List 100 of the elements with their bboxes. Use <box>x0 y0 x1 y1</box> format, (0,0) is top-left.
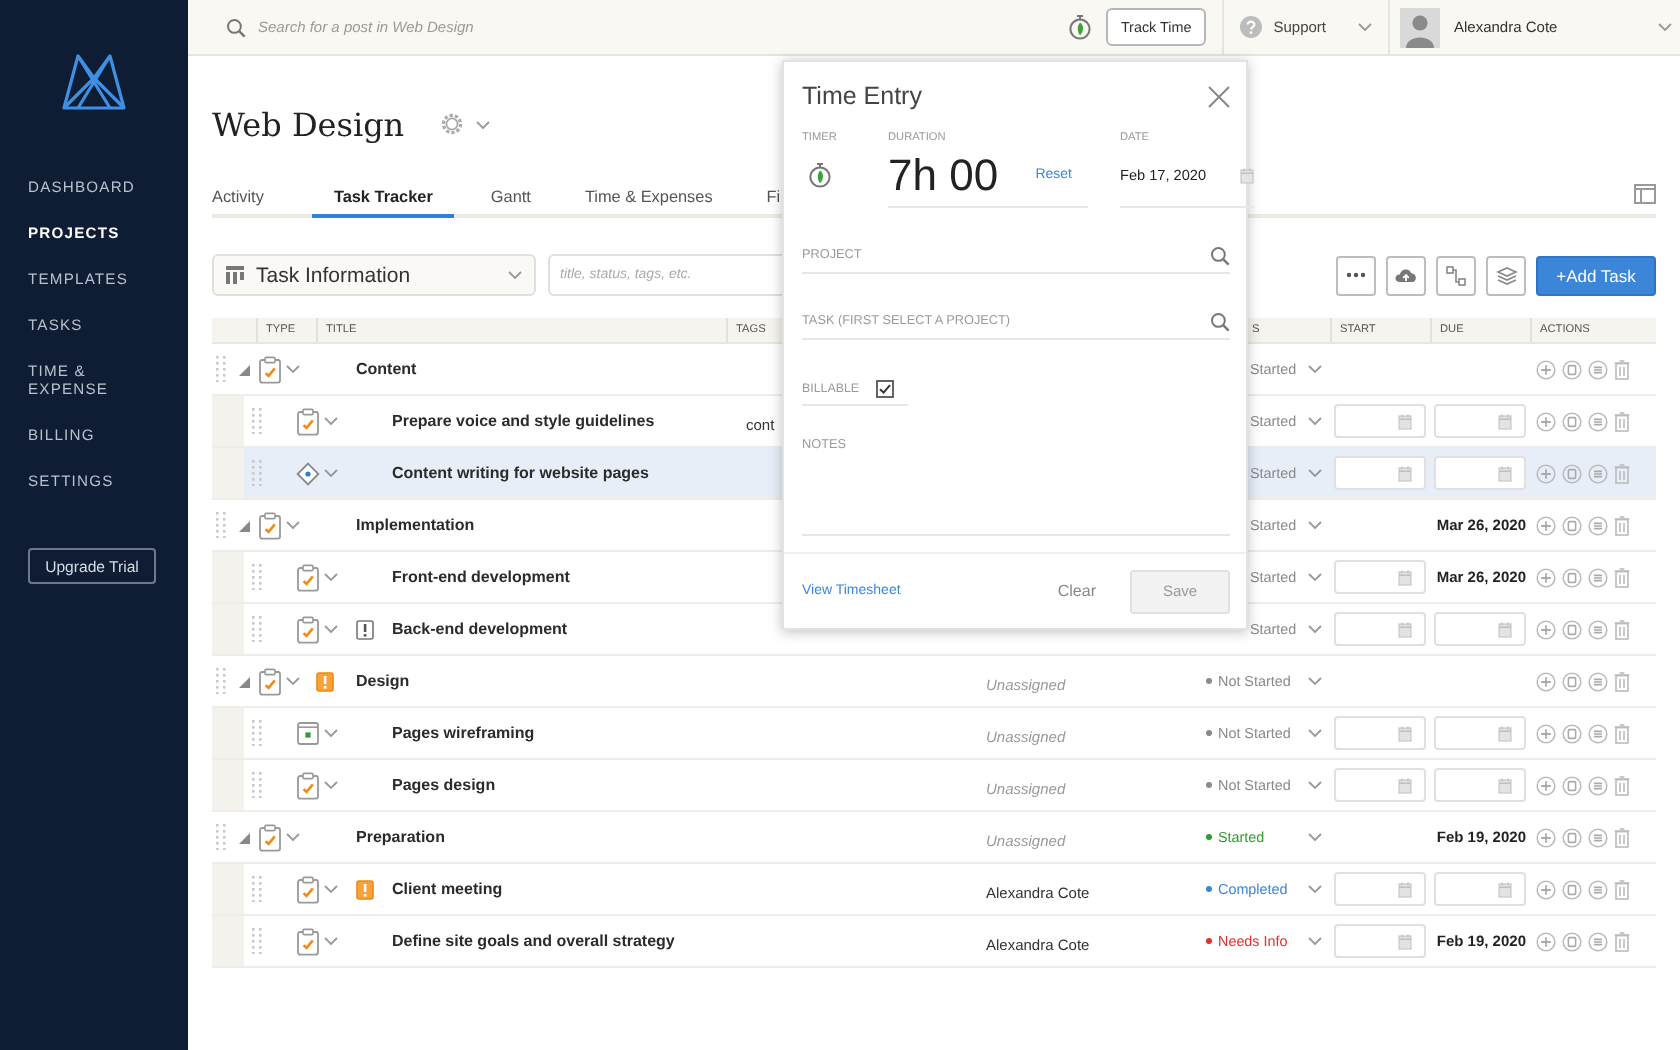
trash-icon[interactable] <box>1614 515 1630 535</box>
drag-handle-icon[interactable] <box>252 564 262 590</box>
date-input-field[interactable] <box>1434 456 1526 490</box>
trash-icon[interactable] <box>1614 619 1630 639</box>
clipboard-icon[interactable] <box>296 615 320 643</box>
help-icon[interactable] <box>1239 16 1262 38</box>
add-task-button[interactable]: +Add Task <box>1536 255 1656 295</box>
date-input-field[interactable] <box>1434 404 1526 438</box>
layers-icon[interactable] <box>1588 463 1608 483</box>
layers-icon[interactable] <box>1588 879 1608 899</box>
copy-icon[interactable] <box>1562 931 1582 951</box>
add-icon[interactable] <box>1536 515 1556 535</box>
copy-icon[interactable] <box>1562 879 1582 899</box>
add-icon[interactable] <box>1536 671 1556 691</box>
clipboard-icon[interactable] <box>296 563 320 591</box>
layers-icon[interactable] <box>1588 671 1608 691</box>
close-button[interactable] <box>1208 85 1230 107</box>
copy-icon[interactable] <box>1562 723 1582 743</box>
layers-icon[interactable] <box>1588 359 1608 379</box>
copy-icon[interactable] <box>1562 619 1582 639</box>
layers-icon[interactable] <box>1588 567 1608 587</box>
more-button[interactable] <box>1336 255 1376 295</box>
date-input-field[interactable] <box>1334 404 1426 438</box>
clipboard-icon[interactable] <box>296 407 320 435</box>
drag-handle-icon[interactable] <box>252 876 262 902</box>
checkbox[interactable] <box>875 379 894 397</box>
add-icon[interactable] <box>1536 827 1556 847</box>
clipboard-icon[interactable] <box>296 771 320 799</box>
tab[interactable]: Gantt <box>490 188 531 218</box>
layers-icon[interactable] <box>1588 931 1608 951</box>
date-input-field[interactable] <box>1334 872 1426 906</box>
panel-icon[interactable] <box>1634 184 1656 204</box>
logo-icon[interactable] <box>60 52 128 112</box>
date-input-field[interactable] <box>1334 716 1426 750</box>
add-icon[interactable] <box>1536 931 1556 951</box>
add-icon[interactable] <box>1536 879 1556 899</box>
view-select[interactable]: Task Information <box>212 254 536 296</box>
trash-icon[interactable] <box>1614 931 1630 951</box>
tab[interactable]: Activity <box>212 188 264 218</box>
expand-triangle-icon[interactable] <box>238 675 250 687</box>
date-input-field[interactable] <box>1434 872 1526 906</box>
drag-handle-icon[interactable] <box>252 460 262 486</box>
trash-icon[interactable] <box>1614 827 1630 847</box>
layers-icon[interactable] <box>1588 515 1608 535</box>
drag-handle-icon[interactable] <box>216 668 226 694</box>
date-input-field[interactable] <box>1334 560 1426 594</box>
layers-icon[interactable] <box>1588 411 1608 431</box>
tab[interactable]: Task Tracker <box>311 188 455 218</box>
duration-field[interactable]: 7h 00 <box>888 149 1012 201</box>
add-icon[interactable] <box>1536 619 1556 639</box>
trash-icon[interactable] <box>1614 463 1630 483</box>
clipboard-icon[interactable] <box>258 511 282 539</box>
clipboard-icon[interactable] <box>258 667 282 695</box>
expand-triangle-icon[interactable] <box>238 519 250 531</box>
add-icon[interactable] <box>1536 567 1556 587</box>
date-input-field[interactable] <box>1434 716 1526 750</box>
square-icon[interactable] <box>296 720 320 746</box>
drag-handle-icon[interactable] <box>216 356 226 382</box>
date-input-field[interactable] <box>1334 924 1426 958</box>
drag-handle-icon[interactable] <box>252 720 262 746</box>
date-input-field[interactable] <box>1434 612 1526 646</box>
drag-handle-icon[interactable] <box>252 616 262 642</box>
copy-icon[interactable] <box>1562 827 1582 847</box>
clear-button[interactable]: Clear <box>1057 582 1096 600</box>
copy-icon[interactable] <box>1562 775 1582 795</box>
copy-icon[interactable] <box>1562 411 1582 431</box>
copy-icon[interactable] <box>1562 463 1582 483</box>
clipboard-icon[interactable] <box>296 875 320 903</box>
date-input-field[interactable] <box>1434 768 1526 802</box>
drag-handle-icon[interactable] <box>252 408 262 434</box>
layers-icon[interactable] <box>1588 723 1608 743</box>
add-icon[interactable] <box>1536 463 1556 483</box>
tab[interactable]: Time & Expenses <box>584 188 713 218</box>
drag-handle-icon[interactable] <box>216 824 226 850</box>
expand-triangle-icon[interactable] <box>238 831 250 843</box>
tab[interactable]: Fi <box>766 188 781 218</box>
copy-icon[interactable] <box>1562 359 1582 379</box>
copy-icon[interactable] <box>1562 567 1582 587</box>
layers-icon[interactable] <box>1588 619 1608 639</box>
upload-button[interactable] <box>1386 255 1426 295</box>
trash-icon[interactable] <box>1614 359 1630 379</box>
clipboard-icon[interactable] <box>258 823 282 851</box>
drag-handle-icon[interactable] <box>216 512 226 538</box>
expand-triangle-icon[interactable] <box>238 363 250 375</box>
trash-icon[interactable] <box>1614 411 1630 431</box>
trash-icon[interactable] <box>1614 775 1630 795</box>
date-input-field[interactable] <box>1334 768 1426 802</box>
layers-icon[interactable] <box>1588 775 1608 795</box>
trash-icon[interactable] <box>1614 879 1630 899</box>
dependencies-button[interactable] <box>1436 255 1476 295</box>
copy-icon[interactable] <box>1562 515 1582 535</box>
trash-icon[interactable] <box>1614 567 1630 587</box>
clipboard-icon[interactable] <box>258 355 282 383</box>
clipboard-icon[interactable] <box>296 927 320 955</box>
add-icon[interactable] <box>1536 723 1556 743</box>
avatar-icon[interactable] <box>1400 7 1440 47</box>
drag-handle-icon[interactable] <box>252 772 262 798</box>
diamond-icon[interactable] <box>296 461 320 485</box>
date-input-field[interactable] <box>1334 456 1426 490</box>
layers-button[interactable] <box>1486 255 1526 295</box>
